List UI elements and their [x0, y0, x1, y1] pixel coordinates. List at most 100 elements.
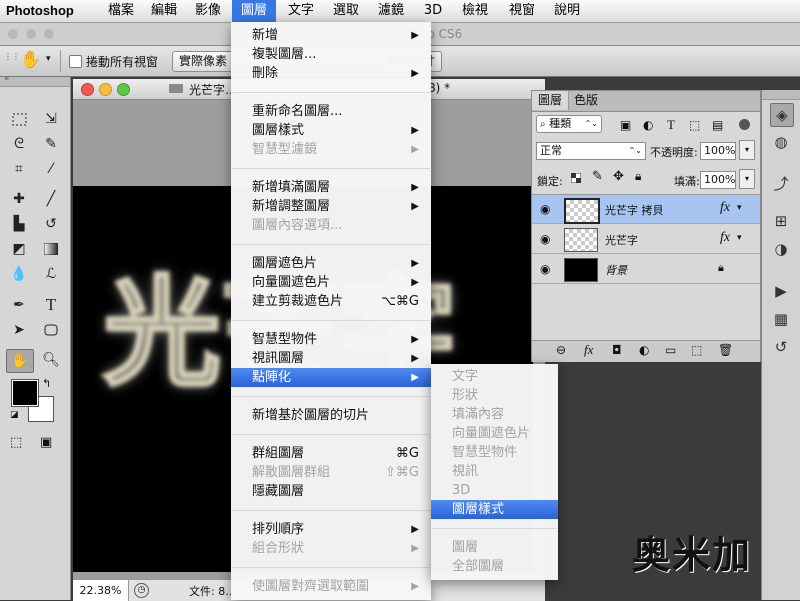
menu-help[interactable]: 說明: [548, 0, 586, 22]
lock-transparent-icon[interactable]: [570, 172, 582, 184]
menu-3d[interactable]: 3D: [418, 0, 448, 22]
expand-effects-icon[interactable]: ▾: [737, 233, 742, 243]
filter-type-icon[interactable]: T: [667, 117, 675, 133]
paths-panel-icon[interactable]: ⤴: [770, 172, 792, 194]
swap-colors-icon[interactable]: ↰: [42, 377, 51, 390]
layer-row-background[interactable]: ◉ 背景 🔒︎: [532, 255, 760, 284]
adjustments-panel-icon[interactable]: ◑: [770, 238, 792, 260]
screen-mode-icon[interactable]: ▣: [40, 435, 52, 450]
tool-preset-arrow-icon[interactable]: ▾: [46, 54, 51, 64]
swatches-panel-icon[interactable]: ▦: [770, 308, 792, 330]
new-group-icon[interactable]: ▭: [665, 343, 676, 357]
menu-view[interactable]: 檢視: [456, 0, 494, 22]
menu-item-ungroup-layers[interactable]: 解散圖層群組 ⇧⌘G: [231, 463, 431, 482]
add-style-icon[interactable]: fx: [584, 342, 593, 358]
zoom-button[interactable]: [117, 83, 130, 96]
layer-filter-select[interactable]: ⌕ 種類 ⌃⌄: [536, 115, 602, 133]
layer-name[interactable]: 光芒字 拷貝: [605, 202, 664, 218]
submenu-item-fill-content[interactable]: 填滿內容: [431, 405, 558, 424]
menu-filter[interactable]: 濾鏡: [372, 0, 410, 22]
submenu-item-shape[interactable]: 形狀: [431, 386, 558, 405]
menu-item-delete[interactable]: 刪除 ▶: [231, 64, 431, 83]
blend-mode-select[interactable]: 正常 ⌃⌄: [536, 142, 646, 160]
quick-selection-tool-icon[interactable]: ✎: [38, 133, 64, 155]
minimize-button[interactable]: [99, 83, 112, 96]
tab-layers[interactable]: 圖層: [532, 91, 570, 110]
actions-panel-icon[interactable]: ▶: [770, 280, 792, 302]
dock-header[interactable]: [762, 90, 800, 100]
layer-row-copy[interactable]: ◉ 光芒字 拷貝 fx ▾: [532, 195, 760, 224]
history-panel-icon[interactable]: ↺: [770, 336, 792, 358]
menu-image[interactable]: 影像: [189, 0, 227, 22]
menu-type[interactable]: 文字: [282, 0, 320, 22]
menu-window[interactable]: 視窗: [503, 0, 541, 22]
zoom-level[interactable]: 22.38%: [73, 580, 129, 601]
visibility-eye-icon[interactable]: ◉: [540, 202, 550, 216]
menu-item-layer-content-options[interactable]: 圖層內容選項...: [231, 216, 431, 235]
channels-panel-icon[interactable]: ◍: [770, 131, 792, 153]
menu-item-new-adjustment-layer[interactable]: 新增調整圖層 ▶: [231, 197, 431, 216]
properties-panel-icon[interactable]: ⊞: [770, 210, 792, 232]
menu-item-hide-layers[interactable]: 隱藏圖層: [231, 482, 431, 501]
hand-tool-icon[interactable]: ✋: [6, 349, 34, 373]
path-selection-tool-icon[interactable]: ➤: [6, 319, 32, 341]
submenu-item-layer-style[interactable]: 圖層樣式: [431, 500, 558, 519]
menu-item-rename[interactable]: 重新命名圖層...: [231, 102, 431, 121]
menu-item-align-to-selection[interactable]: 使圖層對齊選取範圍 ▶: [231, 577, 431, 596]
layer-fx-icon[interactable]: fx: [720, 230, 730, 246]
lock-all-icon[interactable]: 🔒︎: [635, 169, 641, 184]
gradient-tool-icon[interactable]: [38, 238, 64, 260]
new-layer-icon[interactable]: ⬚: [691, 343, 702, 357]
menu-edit[interactable]: 編輯: [145, 0, 183, 22]
submenu-item-3d[interactable]: 3D: [431, 481, 558, 500]
foreground-color-swatch[interactable]: [11, 379, 39, 407]
new-adjustment-icon[interactable]: ◐: [639, 343, 649, 357]
menu-item-rasterize[interactable]: 點陣化 ▶: [231, 368, 431, 387]
hand-tool-icon[interactable]: ✋: [20, 50, 41, 70]
lock-pixels-icon[interactable]: ✎: [592, 169, 603, 184]
brush-tool-icon[interactable]: ╱: [38, 188, 64, 210]
actual-pixels-button[interactable]: 實際像素: [172, 51, 235, 72]
menu-item-group-layers[interactable]: 群組圖層 ⌘G: [231, 444, 431, 463]
pen-tool-icon[interactable]: ✒: [6, 294, 32, 316]
layers-panel-icon[interactable]: ◈: [770, 103, 794, 127]
menu-item-new[interactable]: 新增 ▶: [231, 26, 431, 45]
tab-channels[interactable]: 色版: [568, 91, 604, 110]
menu-layer[interactable]: 圖層: [232, 0, 276, 22]
menu-item-arrange[interactable]: 排列順序 ▶: [231, 520, 431, 539]
menu-file[interactable]: 檔案: [102, 0, 140, 22]
submenu-item-type[interactable]: 文字: [431, 367, 558, 386]
menu-item-vector-mask[interactable]: 向量圖遮色片 ▶: [231, 273, 431, 292]
menu-item-layer-style[interactable]: 圖層樣式 ▶: [231, 121, 431, 140]
menu-item-smart-objects[interactable]: 智慧型物件 ▶: [231, 330, 431, 349]
submenu-item-all-layers[interactable]: 全部圖層: [431, 557, 558, 576]
layer-fx-icon[interactable]: fx: [720, 200, 730, 216]
menu-select[interactable]: 選取: [327, 0, 365, 22]
layer-row-text[interactable]: ◉ 光芒字 fx ▾: [532, 225, 760, 254]
type-tool-icon[interactable]: T: [38, 294, 64, 316]
filter-toggle-icon[interactable]: [739, 119, 750, 130]
collapse-arrows-icon[interactable]: «: [4, 74, 10, 84]
standard-mode-icon[interactable]: ⬚: [10, 435, 22, 450]
submenu-item-smart-object[interactable]: 智慧型物件: [431, 443, 558, 462]
link-layers-icon[interactable]: ⊖: [556, 343, 566, 357]
default-colors-icon[interactable]: ◪: [10, 410, 19, 420]
fill-dropdown-icon[interactable]: ▾: [739, 169, 755, 189]
history-brush-tool-icon[interactable]: ↺: [38, 213, 64, 235]
filter-pixel-icon[interactable]: ▣: [620, 118, 631, 132]
visibility-eye-icon[interactable]: ◉: [540, 262, 550, 276]
dodge-tool-icon[interactable]: ℒ: [38, 263, 64, 285]
toolbox-header[interactable]: «: [0, 74, 70, 87]
zoom-tool-icon[interactable]: 🔍︎: [38, 349, 64, 371]
status-info-icon[interactable]: ◷: [134, 583, 149, 598]
move-tool-icon[interactable]: ⇲: [38, 108, 64, 130]
eyedropper-tool-icon[interactable]: ⁄: [38, 158, 64, 180]
menu-item-duplicate[interactable]: 複製圖層...: [231, 45, 431, 64]
layer-name[interactable]: 背景: [605, 262, 627, 278]
layer-name[interactable]: 光芒字: [605, 232, 638, 248]
submenu-item-layer[interactable]: 圖層: [431, 538, 558, 557]
menu-item-video-layers[interactable]: 視訊圖層 ▶: [231, 349, 431, 368]
blur-tool-icon[interactable]: 💧: [6, 263, 32, 285]
filter-shape-icon[interactable]: ⬚: [689, 118, 700, 132]
opacity-input[interactable]: 100%: [700, 142, 736, 160]
